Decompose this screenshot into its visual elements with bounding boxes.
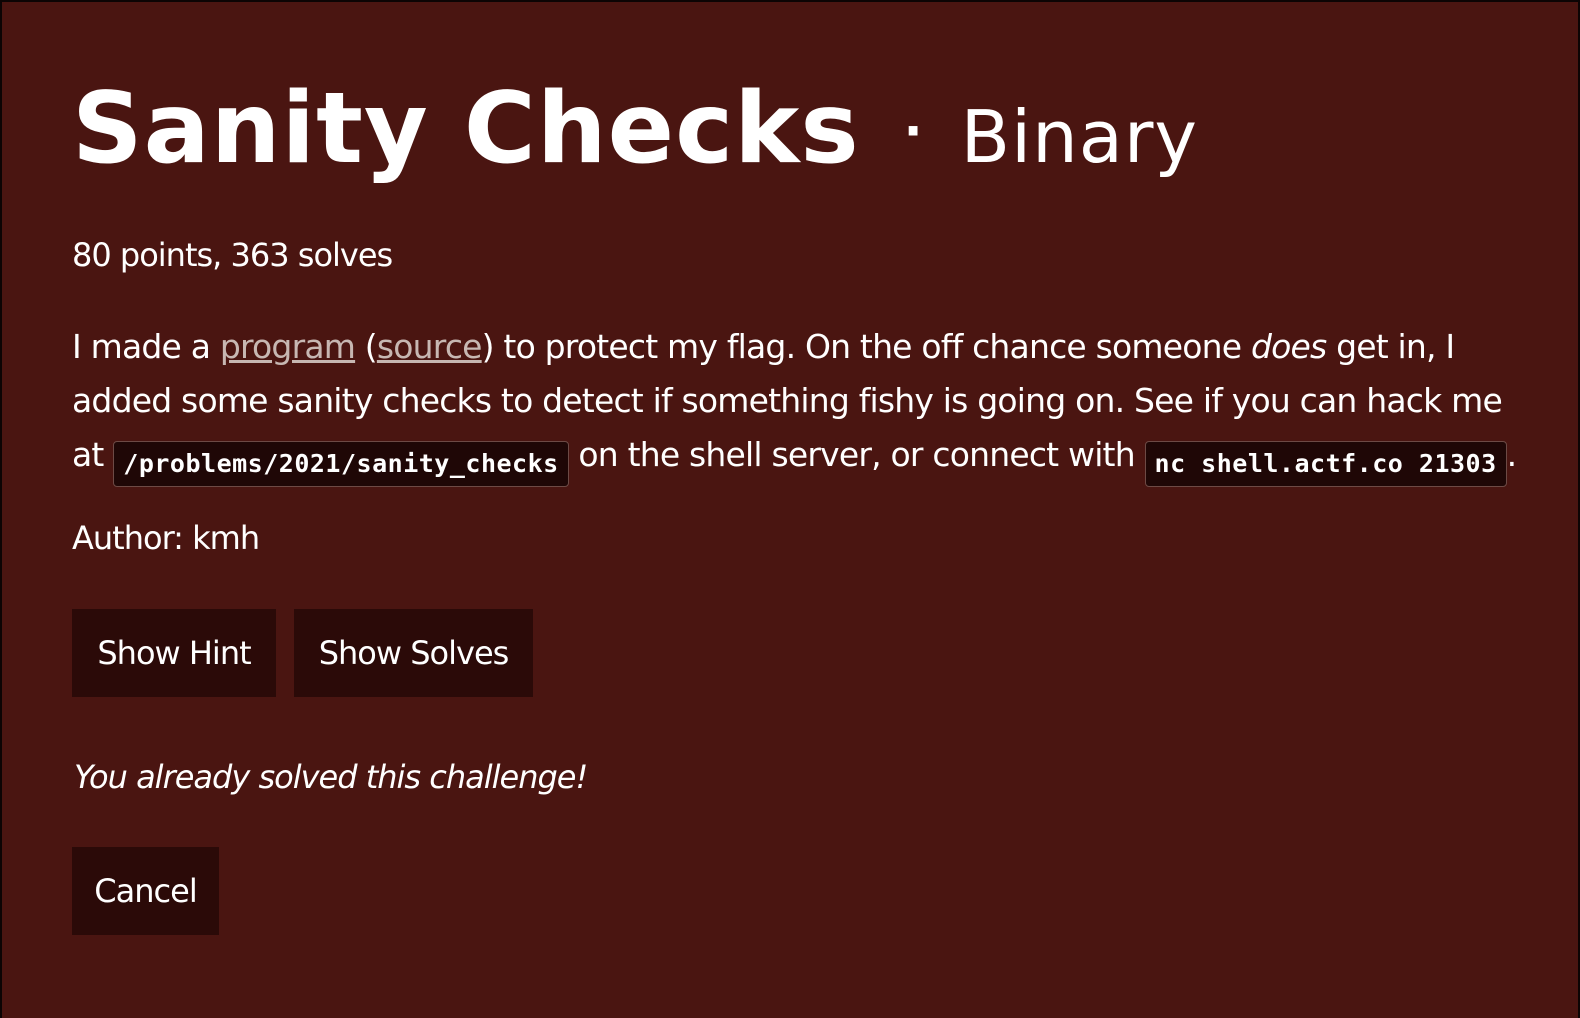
source-link[interactable]: source bbox=[377, 327, 483, 366]
description-emphasis: does bbox=[1250, 327, 1327, 366]
description-text: I made a bbox=[72, 327, 220, 366]
path-code: /problems/2021/sanity_checks bbox=[113, 441, 569, 487]
solved-message: You already solved this challenge! bbox=[74, 758, 588, 796]
challenge-author: Author: kmh bbox=[72, 519, 260, 557]
title-separator: · bbox=[903, 102, 923, 160]
challenge-header: Sanity Checks · Binary bbox=[72, 80, 1198, 179]
challenge-title: Sanity Checks bbox=[72, 72, 860, 186]
program-link[interactable]: program bbox=[220, 327, 356, 366]
description-text: . bbox=[1506, 435, 1517, 474]
challenge-description: I made a program (source) to protect my … bbox=[72, 320, 1532, 487]
description-text: ( bbox=[355, 327, 378, 366]
description-text: ) to protect my flag. On the off chance … bbox=[481, 327, 1251, 366]
show-hint-button[interactable]: Show Hint bbox=[72, 609, 276, 697]
challenge-category: Binary bbox=[960, 95, 1199, 179]
challenge-modal: Sanity Checks · Binary 80 points, 363 solv… bbox=[2, 2, 1578, 1018]
challenge-stats: 80 points, 363 solves bbox=[72, 236, 393, 274]
nc-command-code: nc shell.actf.co 21303 bbox=[1144, 441, 1507, 487]
cancel-button[interactable]: Cancel bbox=[72, 847, 219, 935]
description-text: on the shell server, or connect with bbox=[568, 435, 1145, 474]
show-solves-button[interactable]: Show Solves bbox=[294, 609, 533, 697]
